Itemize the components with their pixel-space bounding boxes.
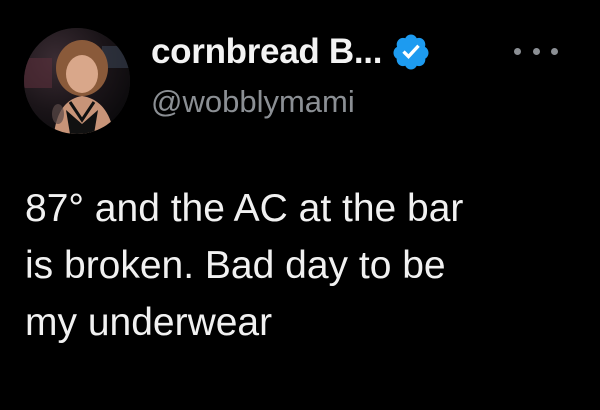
author-avatar[interactable] [24, 28, 130, 134]
profile-photo-icon [24, 28, 130, 134]
verified-badge-icon [391, 32, 431, 72]
dot-icon [514, 47, 521, 55]
more-options-icon[interactable] [514, 43, 558, 59]
author-display-name[interactable]: cornbread B... [151, 32, 382, 72]
tweet-text-line: my underwear [25, 301, 273, 344]
author-handle[interactable]: @wobblymami [151, 84, 355, 120]
dot-icon [551, 47, 558, 55]
tweet-card: cornbread B... @wobblymami 87° and the A… [0, 0, 600, 410]
author-name-row: cornbread B... [151, 30, 431, 74]
dot-icon [532, 47, 540, 55]
tweet-text: 87° and the AC at the bar is broken. Bad… [25, 180, 580, 351]
tweet-text-line: is broken. Bad day to be [25, 244, 446, 287]
tweet-text-line: 87° and the AC at the bar [25, 187, 464, 230]
